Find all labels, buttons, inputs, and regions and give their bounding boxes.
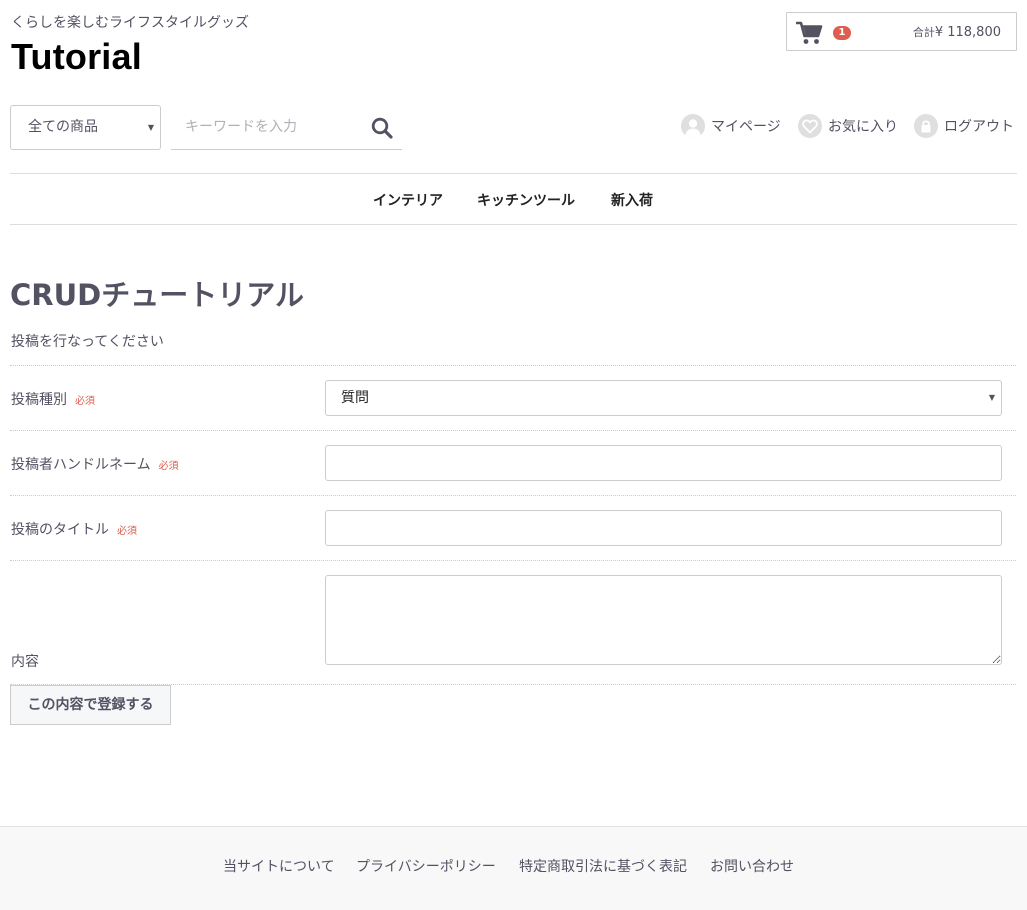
required-badge: 必須: [75, 396, 95, 407]
field-label-handle-text: 投稿者ハンドルネーム: [11, 457, 151, 473]
post-title-input[interactable]: [325, 510, 1002, 546]
logout-label: ログアウト: [944, 119, 1014, 135]
cart-total-value: ¥ 118,800: [934, 25, 1001, 40]
field-label-type-text: 投稿種別: [11, 392, 67, 408]
nav-item-kitchen-tools[interactable]: キッチンツール: [477, 190, 575, 210]
mypage-label: マイページ: [711, 119, 781, 135]
cart-total: 合計¥ 118,800: [913, 24, 1001, 40]
nav-item-new-arrivals[interactable]: 新入荷: [611, 190, 653, 210]
divider: [10, 430, 1016, 431]
favorites-label: お気に入り: [828, 119, 898, 135]
field-label-title: 投稿のタイトル 必須: [11, 519, 137, 539]
cart-total-label: 合計: [912, 26, 935, 39]
cart-button[interactable]: 1 合計¥ 118,800: [786, 12, 1017, 51]
category-select-value: 全ての商品: [28, 119, 98, 135]
search-box: [171, 105, 402, 150]
footer-link-about[interactable]: 当サイトについて: [223, 856, 335, 876]
handle-name-input[interactable]: [325, 445, 1002, 481]
footer-link-contact[interactable]: お問い合わせ: [710, 856, 794, 876]
footer: 当サイトについて プライバシーポリシー 特定商取引法に基づく表記 お問い合わせ: [0, 826, 1027, 910]
divider: [10, 365, 1016, 366]
dropdown-arrow-icon: ▼: [988, 393, 995, 402]
post-type-select[interactable]: 質問 ▼: [325, 380, 1002, 416]
global-nav: インテリア キッチンツール 新入荷: [10, 173, 1017, 225]
field-label-type: 投稿種別 必須: [11, 389, 95, 409]
dropdown-arrow-icon: ▼: [147, 123, 154, 132]
mypage-link[interactable]: マイページ: [681, 113, 781, 139]
nav-item-interior[interactable]: インテリア: [373, 190, 443, 210]
footer-link-tokushoho[interactable]: 特定商取引法に基づく表記: [519, 856, 687, 876]
heart-icon: [798, 114, 822, 138]
search-icon[interactable]: [370, 116, 394, 140]
search-input[interactable]: [171, 105, 361, 149]
footer-link-privacy[interactable]: プライバシーポリシー: [356, 856, 496, 876]
favorites-link[interactable]: お気に入り: [798, 113, 898, 139]
page-title: CRUDチュートリアル: [10, 278, 304, 312]
field-label-handle: 投稿者ハンドルネーム 必須: [11, 454, 179, 474]
logout-link[interactable]: ログアウト: [914, 113, 1014, 139]
content-textarea[interactable]: [325, 575, 1002, 665]
submit-button[interactable]: この内容で登録する: [10, 685, 171, 725]
site-tagline: くらしを楽しむライフスタイルグッズ: [11, 15, 249, 31]
cart-icon: [796, 21, 823, 44]
lock-icon: [914, 114, 938, 138]
category-select[interactable]: 全ての商品 ▼: [10, 105, 161, 150]
required-badge: 必須: [117, 526, 137, 537]
site-logo[interactable]: Tutorial: [11, 36, 142, 78]
required-badge: 必須: [158, 461, 179, 472]
field-label-content: 内容: [11, 654, 39, 670]
divider: [10, 560, 1016, 561]
cart-count-badge: 1: [833, 26, 851, 40]
post-type-value: 質問: [341, 390, 369, 406]
lead-text: 投稿を行なってください: [11, 334, 164, 350]
user-icon: [681, 114, 705, 138]
field-label-title-text: 投稿のタイトル: [11, 522, 109, 538]
divider: [10, 495, 1016, 496]
